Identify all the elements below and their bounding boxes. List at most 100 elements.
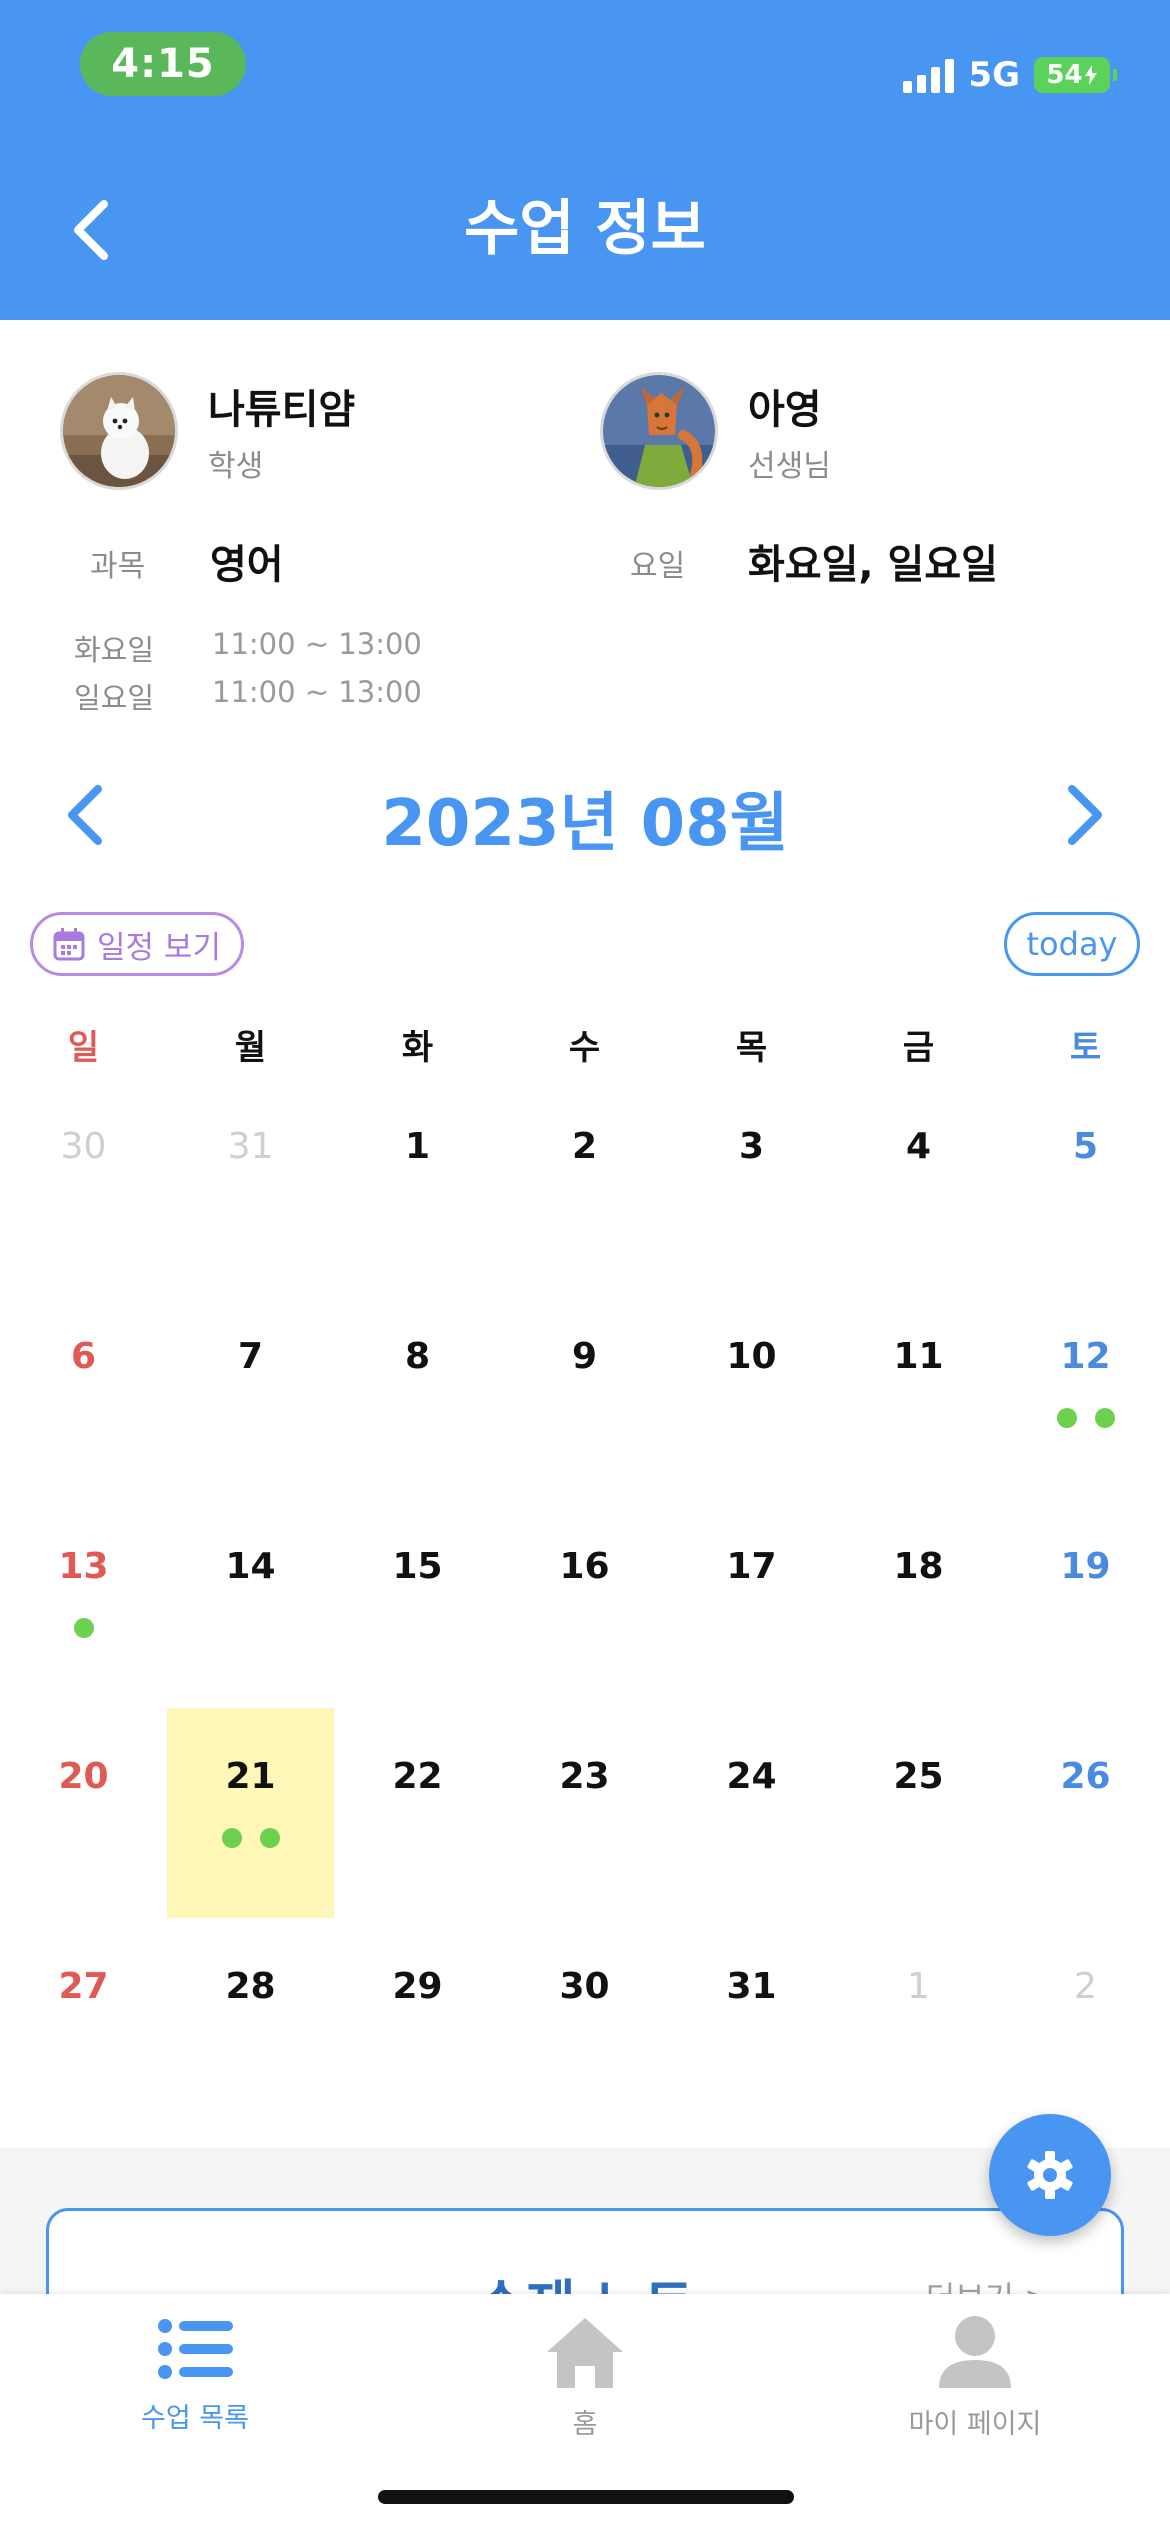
calendar-day[interactable]: 8 (334, 1288, 501, 1498)
calendar-day[interactable]: 14 (167, 1498, 334, 1708)
day-number: 23 (559, 1756, 610, 1797)
next-month-button[interactable] (1046, 775, 1126, 855)
home-icon (547, 2318, 623, 2388)
calendar-day[interactable]: 31 (668, 1918, 835, 2128)
calendar-day-today[interactable]: 21 (167, 1708, 334, 1918)
settings-button[interactable] (989, 2114, 1111, 2236)
today-button[interactable]: today (1004, 912, 1140, 976)
day-number: 7 (237, 1336, 264, 1377)
day-number: 29 (392, 1966, 443, 2007)
person-icon (939, 2316, 1011, 2388)
calendar-day[interactable]: 27 (0, 1918, 167, 2128)
calendar-day[interactable]: 30 (501, 1918, 668, 2128)
status-time: 4:15 (80, 32, 246, 96)
calendar-day[interactable]: 29 (334, 1918, 501, 2128)
tab-my-page[interactable]: 마이 페이지 (780, 2314, 1170, 2464)
calendar-day[interactable]: 31 (167, 1078, 334, 1288)
calendar-day[interactable]: 30 (0, 1078, 167, 1288)
calendar-day[interactable]: 26 (1002, 1708, 1169, 1918)
battery-level: 54 (1046, 60, 1083, 90)
view-schedule-label: 일정 보기 (97, 929, 221, 966)
day-number: 28 (225, 1966, 276, 2007)
schedule-time: 11:00 ~ 13:00 (212, 627, 422, 661)
weekday-label: 목 (735, 1028, 768, 1068)
days-label: 요일 (630, 549, 686, 584)
teacher-role: 선생님 (748, 449, 831, 484)
calendar-day[interactable]: 25 (835, 1708, 1002, 1918)
tab-class-list[interactable]: 수업 목록 (0, 2314, 390, 2464)
day-number: 19 (1060, 1546, 1111, 1587)
student-name: 나튜티얌 (208, 387, 356, 433)
student-role: 학생 (208, 449, 264, 484)
day-number: 2 (1074, 1966, 1097, 2007)
event-dot (73, 1618, 94, 1638)
day-number: 22 (392, 1756, 443, 1797)
calendar-day[interactable]: 22 (334, 1708, 501, 1918)
calendar-day[interactable]: 24 (668, 1708, 835, 1918)
calendar-day[interactable]: 17 (668, 1498, 835, 1708)
day-number: 2 (571, 1126, 598, 1167)
calendar-day[interactable]: 4 (835, 1078, 1002, 1288)
weekday-label: 일 (67, 1028, 100, 1068)
day-number: 21 (225, 1756, 276, 1797)
subject-value: 영어 (210, 542, 284, 588)
day-number: 12 (1060, 1336, 1111, 1377)
calendar-day[interactable]: 12 (1002, 1288, 1169, 1498)
day-number: 3 (738, 1126, 765, 1167)
day-number: 8 (404, 1336, 431, 1377)
calendar-day[interactable]: 1 (334, 1078, 501, 1288)
app-header: 4:15 5G 54 수업 정보 (0, 0, 1170, 320)
home-indicator (378, 2490, 794, 2504)
day-number: 15 (392, 1546, 443, 1587)
day-number: 16 (559, 1546, 610, 1587)
day-number: 1 (907, 1966, 930, 2007)
calendar-day[interactable]: 11 (835, 1288, 1002, 1498)
calendar-day[interactable]: 16 (501, 1498, 668, 1708)
day-number: 5 (1072, 1126, 1099, 1167)
calendar-day[interactable]: 28 (167, 1918, 334, 2128)
status-indicators: 5G 54 (903, 50, 1117, 100)
event-dot (259, 1828, 280, 1848)
event-indicators (0, 1618, 167, 1638)
day-number: 25 (893, 1756, 944, 1797)
day-number: 6 (70, 1336, 97, 1377)
page-title: 수업 정보 (464, 194, 706, 264)
day-number: 24 (726, 1756, 777, 1797)
event-dot (1056, 1408, 1077, 1428)
event-indicators (1002, 1408, 1169, 1428)
calendar-day[interactable]: 20 (0, 1708, 167, 1918)
calendar-day[interactable]: 3 (668, 1078, 835, 1288)
calendar-day[interactable]: 2 (501, 1078, 668, 1288)
day-number: 14 (225, 1546, 276, 1587)
event-dot (221, 1828, 242, 1848)
battery-icon: 54 (1034, 57, 1117, 93)
tab-home[interactable]: 홈 (390, 2314, 780, 2464)
days-value: 화요일, 일요일 (748, 542, 998, 588)
weekday-label: 월 (234, 1028, 267, 1068)
weekday-label: 화 (401, 1028, 434, 1068)
day-number: 20 (58, 1756, 109, 1797)
calendar-day[interactable]: 23 (501, 1708, 668, 1918)
calendar-day[interactable]: 7 (167, 1288, 334, 1498)
signal-icon (903, 57, 955, 93)
calendar-day[interactable]: 18 (835, 1498, 1002, 1708)
calendar-day[interactable]: 5 (1002, 1078, 1169, 1288)
event-indicators (167, 1828, 334, 1848)
calendar-day[interactable]: 13 (0, 1498, 167, 1708)
day-number: 13 (58, 1546, 109, 1587)
tab-label: 홈 (572, 2409, 598, 2440)
calendar-day[interactable]: 6 (0, 1288, 167, 1498)
calendar-day[interactable]: 2 (1002, 1918, 1169, 2128)
weekday-label: 수 (568, 1028, 601, 1068)
teacher-profile: 아영 선생님 (600, 372, 831, 490)
calendar-day[interactable]: 1 (835, 1918, 1002, 2128)
view-schedule-button[interactable]: 일정 보기 (30, 912, 244, 976)
schedule-day: 화요일 (74, 633, 155, 667)
student-profile: 나튜티얌 학생 (60, 372, 355, 490)
calendar-day[interactable]: 19 (1002, 1498, 1169, 1708)
day-number: 31 (726, 1966, 777, 2007)
calendar-day[interactable]: 9 (501, 1288, 668, 1498)
calendar-day[interactable]: 15 (334, 1498, 501, 1708)
day-number: 9 (571, 1336, 598, 1377)
calendar-day[interactable]: 10 (668, 1288, 835, 1498)
